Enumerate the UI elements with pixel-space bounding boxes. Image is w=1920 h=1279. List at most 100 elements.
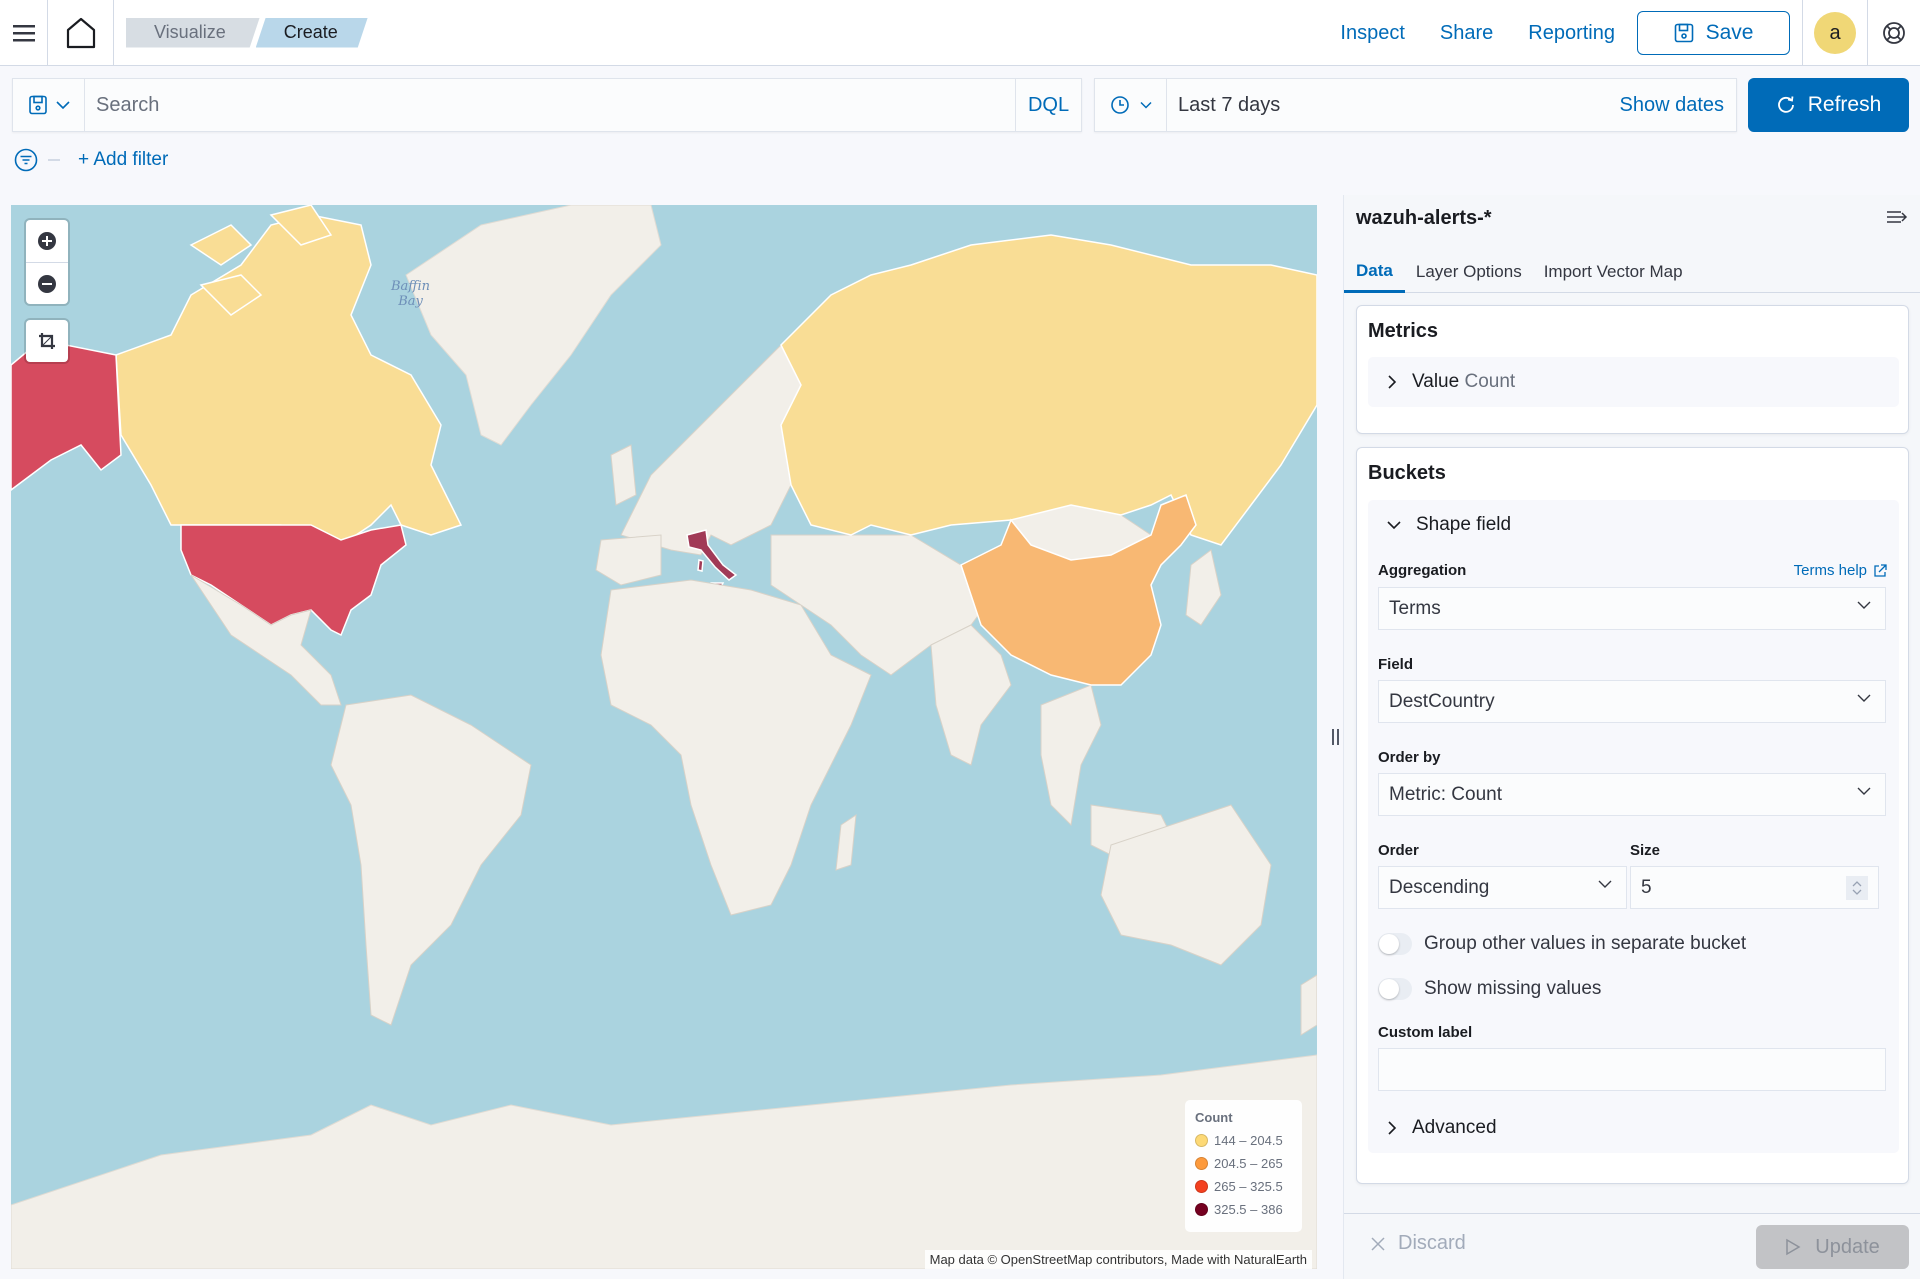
size-stepper[interactable] [1846, 876, 1868, 900]
legend-swatch [1195, 1157, 1208, 1170]
land-europe [620, 344, 802, 556]
filter-bar: + Add filter [14, 148, 168, 172]
legend-item: 204.5 – 265 [1195, 1152, 1292, 1175]
metric-value-toggle[interactable]: Value Count [1368, 357, 1899, 407]
land-new-zealand [1300, 974, 1317, 1036]
user-avatar[interactable]: a [1814, 12, 1856, 54]
country-russia [780, 234, 1317, 546]
collapse-sidebar-button[interactable] [1886, 209, 1908, 230]
share-link[interactable]: Share [1440, 22, 1493, 45]
buckets-title: Buckets [1368, 462, 1446, 484]
save-icon [1674, 23, 1693, 43]
group-other-toggle[interactable] [1378, 933, 1412, 955]
editor-sidebar: wazuh-alerts-* Data Layer Options Import… [1343, 195, 1920, 1279]
tab-layer-options[interactable]: Layer Options [1405, 251, 1533, 293]
update-button[interactable]: Update [1756, 1225, 1909, 1269]
help-lifebuoy-icon [1883, 22, 1905, 44]
search-input[interactable] [85, 79, 1015, 131]
editor-footer: Discard Update [1344, 1213, 1920, 1279]
land-japan [1185, 549, 1222, 626]
aggregation-select[interactable]: Terms [1378, 587, 1886, 630]
home-icon [66, 17, 95, 48]
terms-help-link[interactable]: Terms help [1794, 562, 1887, 579]
inspect-link[interactable]: Inspect [1340, 22, 1404, 45]
custom-label-input[interactable] [1378, 1048, 1886, 1091]
land-india [930, 624, 1012, 766]
time-range-display[interactable]: Last 7 days [1167, 94, 1619, 117]
country-canada [115, 214, 463, 546]
save-label: Save [1705, 21, 1754, 44]
group-other-toggle-row: Group other values in separate bucket [1378, 933, 1746, 955]
refresh-label: Refresh [1807, 93, 1882, 116]
top-header: Visualize Create Inspect Share Reporting… [0, 0, 1920, 66]
field-select[interactable]: DestCountry [1378, 680, 1886, 723]
menu-right-icon [1887, 211, 1908, 223]
play-icon [1786, 1238, 1801, 1256]
chevron-down-icon [55, 101, 70, 110]
order-select[interactable]: Descending [1378, 866, 1627, 909]
saved-query-icon [28, 95, 47, 115]
saved-query-button[interactable] [13, 79, 85, 131]
map-layer [11, 205, 1317, 1269]
help-button[interactable] [1868, 21, 1920, 45]
order-label: Order [1378, 842, 1419, 859]
panel-resize-handle[interactable] [1328, 725, 1342, 749]
chevron-down-icon [1857, 787, 1871, 795]
legend-swatch [1195, 1134, 1208, 1147]
add-filter-button[interactable]: + Add filter [78, 149, 168, 171]
query-language-button[interactable]: DQL [1015, 79, 1081, 131]
field-label: Field [1378, 656, 1414, 673]
menu-button[interactable] [0, 0, 48, 66]
buckets-panel: Buckets Shape field Aggregation Terms he… [1356, 447, 1909, 1184]
shape-field-toggle[interactable]: Shape field [1368, 500, 1899, 550]
quick-select-button[interactable] [1095, 79, 1167, 131]
draw-filter-button[interactable] [26, 320, 68, 362]
discard-button[interactable]: Discard [1370, 1232, 1466, 1255]
legend-item: 144 – 204.5 [1195, 1129, 1292, 1152]
sidebar-tabs: Data Layer Options Import Vector Map [1344, 251, 1920, 293]
order-by-select[interactable]: Metric: Count [1378, 773, 1886, 816]
land-africa [600, 579, 872, 916]
map-attribution[interactable]: Map data © OpenStreetMap contributors, M… [924, 1250, 1312, 1269]
land-iberia [595, 534, 662, 586]
size-label: Size [1630, 842, 1661, 859]
index-pattern-title: wazuh-alerts-* [1356, 207, 1492, 229]
legend-title: Count [1195, 1110, 1233, 1125]
plus-circle-icon [38, 232, 56, 250]
refresh-icon [1777, 96, 1794, 113]
show-missing-toggle[interactable] [1378, 978, 1412, 1000]
legend-item: 325.5 – 386 [1195, 1198, 1292, 1221]
advanced-toggle[interactable]: Advanced [1368, 1103, 1497, 1153]
zoom-in-button[interactable] [26, 220, 68, 262]
refresh-button[interactable]: Refresh [1748, 78, 1909, 132]
land-south-america [330, 694, 532, 1026]
chevron-right-icon [1388, 375, 1397, 389]
metrics-title: Metrics [1368, 320, 1439, 342]
legend-swatch [1195, 1180, 1208, 1193]
legend-item: 265 – 325.5 [1195, 1175, 1292, 1198]
clock-icon [1110, 96, 1129, 114]
chevron-down-icon [1139, 101, 1152, 109]
query-bar: DQL [12, 78, 1082, 132]
order-by-label: Order by [1378, 749, 1441, 766]
show-dates-button[interactable]: Show dates [1619, 94, 1724, 117]
size-input[interactable]: 5 [1630, 866, 1879, 909]
chevron-down-icon [1598, 880, 1612, 888]
tab-import-vector-map[interactable]: Import Vector Map [1533, 251, 1694, 293]
land-madagascar [835, 813, 857, 871]
filter-options-icon[interactable] [14, 148, 38, 172]
breadcrumb-visualize[interactable]: Visualize [126, 18, 260, 48]
map-legend: Count 144 – 204.5 204.5 – 265 265 – 325.… [1185, 1100, 1302, 1232]
reporting-link[interactable]: Reporting [1528, 22, 1615, 45]
region-map[interactable]: Baffin Bay Count 144 – 204.5 204.5 – 265… [11, 205, 1317, 1269]
show-missing-toggle-row: Show missing values [1378, 978, 1601, 1000]
breadcrumb-create: Create [256, 18, 368, 48]
zoom-out-button[interactable] [26, 262, 68, 304]
save-button[interactable]: Save [1637, 11, 1790, 55]
divider [48, 159, 60, 161]
tab-data[interactable]: Data [1344, 251, 1405, 293]
chevron-right-icon [1388, 1121, 1397, 1135]
home-button[interactable] [48, 0, 114, 66]
metric-accordion: Value Count [1368, 357, 1899, 407]
land-uk [610, 444, 637, 506]
